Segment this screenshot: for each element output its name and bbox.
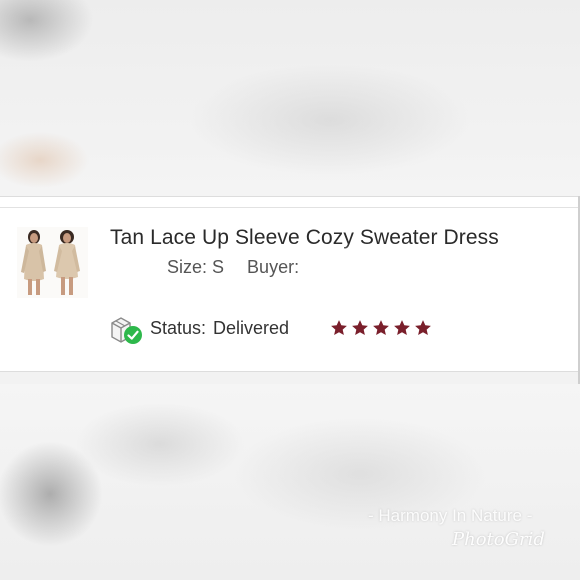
box-check-icon [110, 315, 144, 345]
product-thumbnail[interactable] [17, 227, 88, 298]
size-label: Size: S [167, 257, 225, 277]
star-icon [415, 320, 431, 336]
order-card[interactable]: Tan Lace Up Sleeve Cozy Sweater Dress Si… [0, 196, 578, 372]
listing-details-row: Size: S Buyer: [167, 257, 317, 278]
card-top-divider [0, 207, 578, 208]
buyer-label: Buyer: [247, 257, 300, 277]
star-icon [352, 320, 368, 336]
blurred-background-bottom [0, 384, 580, 580]
listing-title[interactable]: Tan Lace Up Sleeve Cozy Sweater Dress [110, 226, 499, 250]
screenshot-canvas: Tan Lace Up Sleeve Cozy Sweater Dress Si… [0, 0, 580, 580]
watermark-text: - Harmony In Nature - [368, 506, 533, 525]
redacted-buyer-name [310, 257, 426, 277]
order-status: Status: Delivered [150, 318, 289, 339]
star-icon [331, 320, 347, 336]
status-label: Status: [150, 318, 207, 338]
star-icon [394, 320, 410, 336]
blurred-background-top [0, 0, 580, 196]
rating-stars [330, 319, 432, 337]
status-value: Delivered [213, 318, 290, 338]
brand-logo-text: PhotoGrid [452, 529, 545, 550]
redacted-region [104, 257, 146, 277]
star-icon [373, 320, 389, 336]
